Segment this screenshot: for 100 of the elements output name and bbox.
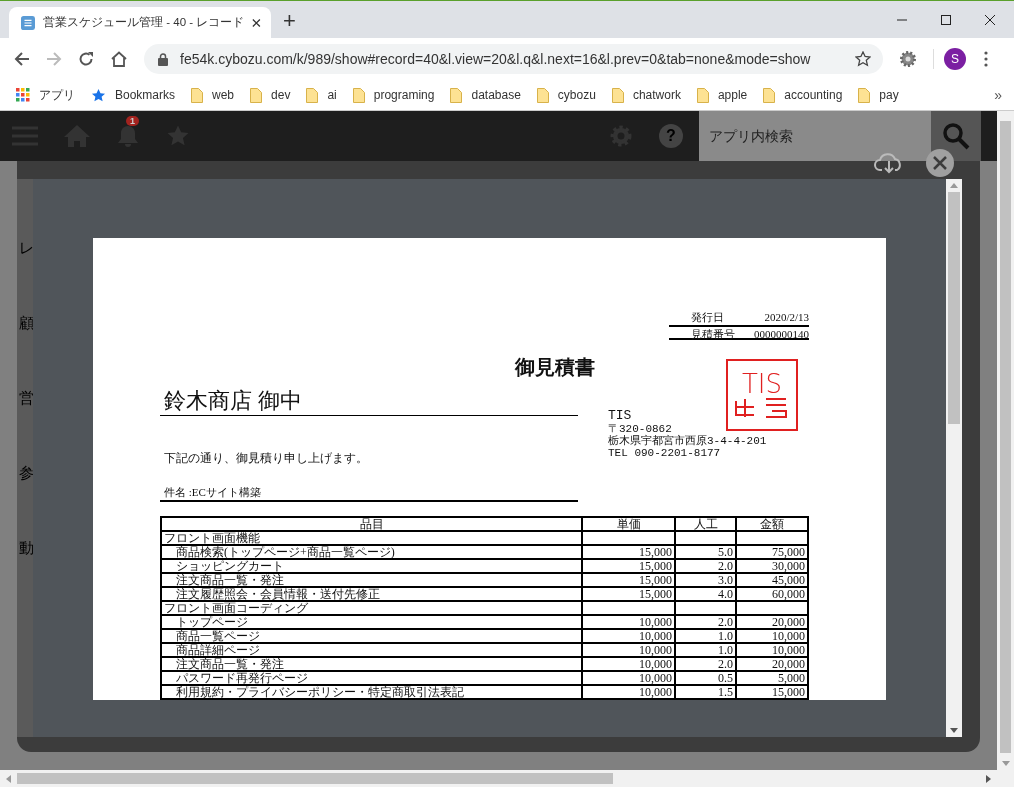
- section-cell: フロント画面コーディング: [161, 601, 582, 615]
- item-cell: トップページ: [161, 615, 582, 629]
- price-cell: 10,000: [582, 615, 675, 629]
- notification-badge: 1: [126, 116, 139, 126]
- search-field[interactable]: アプリ内検索: [699, 111, 931, 161]
- price-cell: 10,000: [582, 657, 675, 671]
- reload-icon[interactable]: [78, 51, 94, 67]
- amount-cell: 60,000: [736, 587, 808, 601]
- subject-text: 件名 :ECサイト構築: [160, 485, 578, 502]
- bookmark-item[interactable]: アプリ: [16, 86, 75, 104]
- close-button[interactable]: [926, 149, 954, 177]
- meta-value: 2020/2/13: [764, 310, 809, 325]
- menu-icon[interactable]: [984, 51, 988, 67]
- item-cell: 商品検索(トップページ+商品一覧ページ): [161, 545, 582, 559]
- close-icon[interactable]: [252, 17, 261, 28]
- search-button[interactable]: [931, 111, 981, 161]
- horizontal-scrollbar[interactable]: [0, 770, 1014, 787]
- scroll-down-arrow-icon[interactable]: [950, 728, 958, 733]
- bookmark-item[interactable]: dev: [250, 87, 291, 103]
- folder-icon: [352, 87, 365, 103]
- gear-icon[interactable]: [899, 50, 917, 68]
- price-cell: 15,000: [582, 559, 675, 573]
- amount-cell: [736, 601, 808, 615]
- page-scrollbar[interactable]: [997, 111, 1014, 770]
- effort-cell: 1.0: [675, 629, 736, 643]
- amount-cell: 75,000: [736, 545, 808, 559]
- bookmark-item[interactable]: ai: [306, 87, 337, 103]
- amount-cell: [736, 531, 808, 545]
- effort-cell: 1.0: [675, 643, 736, 657]
- effort-cell: [675, 601, 736, 615]
- field-label: 顧: [18, 314, 35, 333]
- price-cell: 15,000: [582, 573, 675, 587]
- scroll-up-arrow-icon[interactable]: [950, 183, 958, 188]
- effort-cell: [675, 531, 736, 545]
- effort-cell: 2.0: [675, 615, 736, 629]
- item-cell: パスワード再発行ページ: [161, 671, 582, 685]
- column-header: 金額: [736, 517, 808, 531]
- amount-cell: 5,000: [736, 671, 808, 685]
- bookmark-item[interactable]: pay: [858, 87, 899, 103]
- field-label: 営: [18, 389, 35, 408]
- amount-cell: 30,000: [736, 559, 808, 573]
- folder-icon: [450, 87, 463, 103]
- amount-cell: 10,000: [736, 629, 808, 643]
- more-bookmarks-button[interactable]: »: [994, 87, 1002, 103]
- home-icon[interactable]: [110, 51, 128, 67]
- effort-cell: 3.0: [675, 573, 736, 587]
- effort-cell: 2.0: [675, 559, 736, 573]
- folder-icon: [250, 87, 263, 103]
- tab-title: 営業スケジュール管理 - 40 - レコード: [43, 15, 245, 30]
- list-icon: [21, 14, 35, 31]
- star-outline-icon[interactable]: [855, 51, 871, 67]
- scrollbar[interactable]: [946, 179, 962, 737]
- price-cell: 15,000: [582, 545, 675, 559]
- effort-cell: 5.0: [675, 545, 736, 559]
- price-cell: 10,000: [582, 685, 675, 699]
- field-label: 動: [18, 539, 35, 558]
- folder-icon: [191, 87, 204, 103]
- bookmark-item[interactable]: accounting: [763, 87, 843, 103]
- item-cell: ショッピングカート: [161, 559, 582, 573]
- bookmark-item[interactable]: cybozu: [536, 87, 596, 103]
- bookmark-item[interactable]: apple: [696, 87, 748, 103]
- scroll-right-arrow-icon[interactable]: [986, 774, 991, 783]
- amount-cell: 20,000: [736, 657, 808, 671]
- column-header: 人工: [675, 517, 736, 531]
- meta-label: 発行日: [691, 310, 724, 325]
- price-cell: 15,000: [582, 587, 675, 601]
- item-cell: 注文履歴照会・会員情報・送付先修正: [161, 587, 582, 601]
- price-cell: 10,000: [582, 643, 675, 657]
- star-icon: [91, 87, 106, 103]
- browser-tab[interactable]: 営業スケジュール管理 - 40 - レコード: [9, 7, 271, 38]
- effort-cell: 1.5: [675, 685, 736, 699]
- bookmark-item[interactable]: Bookmarks: [91, 87, 176, 103]
- amount-cell: 45,000: [736, 573, 808, 587]
- new-tab-button[interactable]: +: [283, 8, 296, 34]
- back-icon[interactable]: [14, 51, 30, 67]
- item-cell: 利用規約・プライバシーポリシー・特定商取引法表記: [161, 685, 582, 699]
- amount-cell: 10,000: [736, 643, 808, 657]
- effort-cell: 4.0: [675, 587, 736, 601]
- profile-avatar[interactable]: S: [944, 48, 966, 70]
- column-header: 品目: [161, 517, 582, 531]
- scroll-left-arrow-icon[interactable]: [6, 774, 11, 783]
- company-info: TEL 090-2201-8177: [608, 447, 722, 459]
- item-cell: 商品一覧ページ: [161, 629, 582, 643]
- folder-icon: [858, 87, 871, 103]
- recipient-name: 鈴木商店 御中: [160, 387, 578, 416]
- bookmark-item[interactable]: chatwork: [611, 87, 681, 103]
- company-info: 〒320-0862: [608, 423, 673, 435]
- bookmark-item[interactable]: programing: [352, 87, 435, 103]
- address-bar[interactable]: fe54k.cybozu.com/k/989/show#record=40&l.view=20&l.q&l.next=16&l.prev=0&tab=none&mode=show: [144, 44, 883, 74]
- section-cell: フロント画面機能: [161, 531, 582, 545]
- folder-icon: [536, 87, 549, 103]
- amount-cell: 15,000: [736, 685, 808, 699]
- folder-icon: [763, 87, 776, 103]
- effort-cell: 0.5: [675, 671, 736, 685]
- bookmark-item[interactable]: database: [450, 87, 521, 103]
- greeting-text: 下記の通り、御見積り申し上げます。: [163, 450, 369, 467]
- bookmark-item[interactable]: web: [191, 87, 235, 103]
- folder-icon: [306, 87, 319, 103]
- document-title: 御見積書: [513, 354, 596, 381]
- folder-icon: [611, 87, 624, 103]
